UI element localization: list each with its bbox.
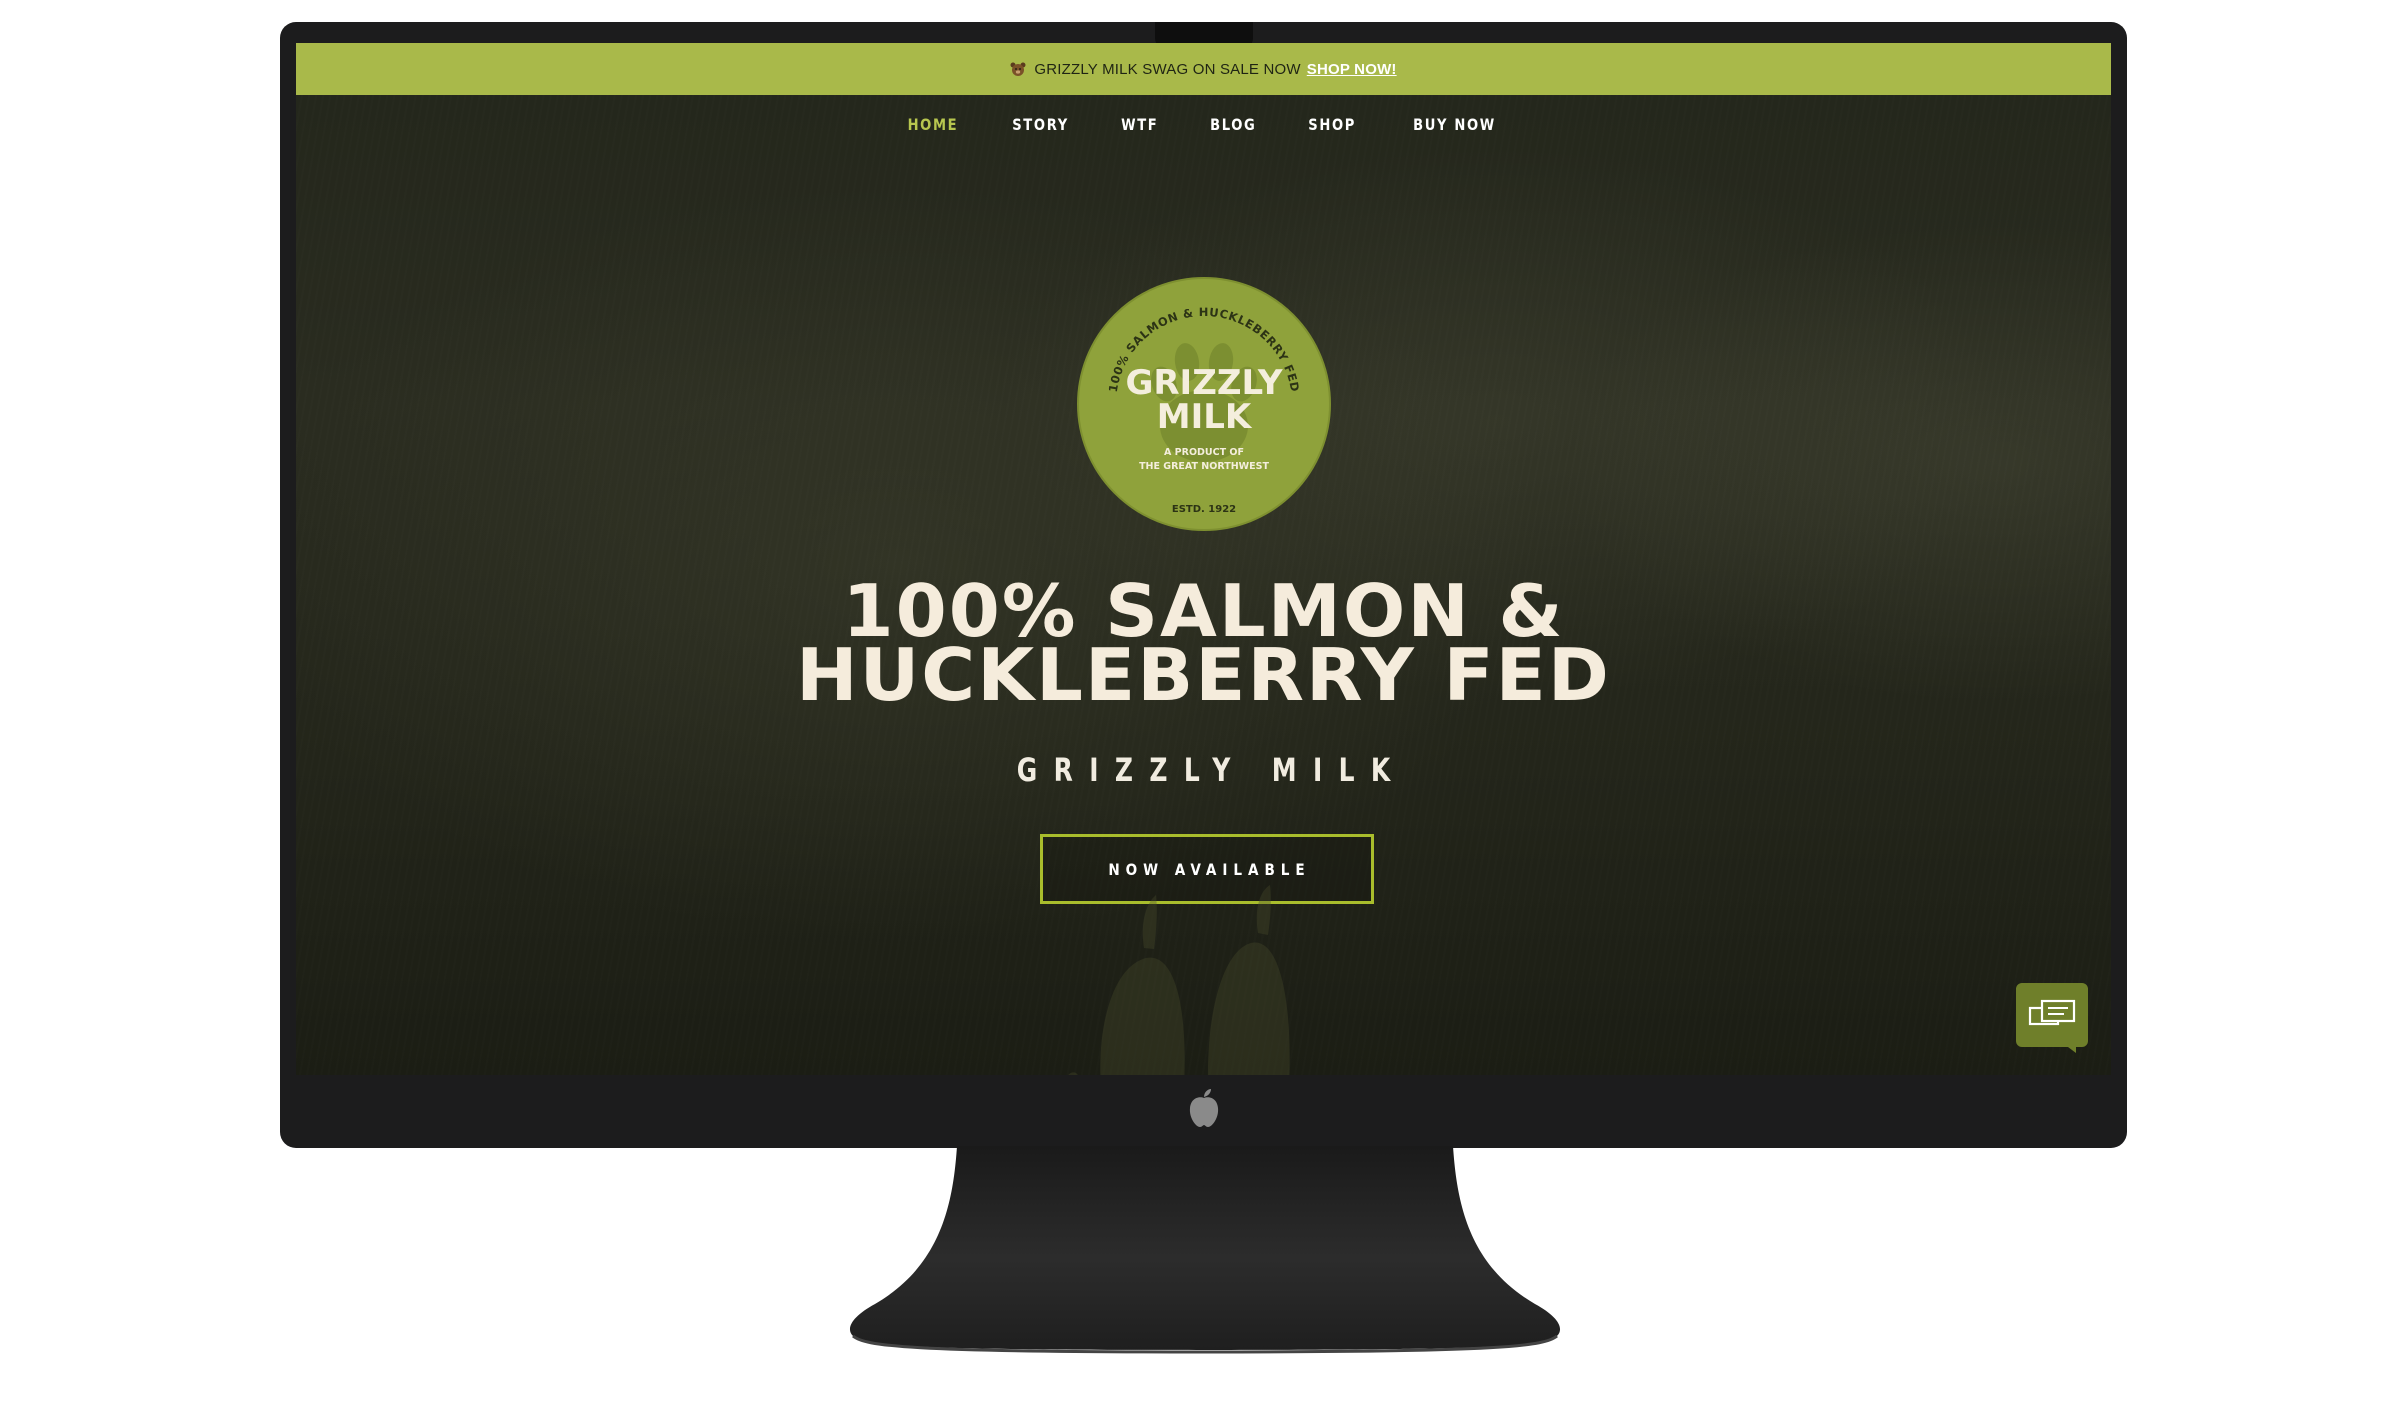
badge-tagline-line1: A PRODUCT OF xyxy=(1164,447,1244,458)
badge-tagline-line2: THE GREAT NORTHWEST xyxy=(1139,461,1269,472)
hero-headline: 100% SALMON & HUCKLEBERRY FED xyxy=(296,575,2111,717)
chat-icon[interactable] xyxy=(2016,983,2088,1053)
main-nav: HOME STORY WTF BLOG SHOP BUY NOW xyxy=(296,115,2111,134)
browser-viewport: GRIZZLY MILK SWAG ON SALE NOW SHOP NOW! … xyxy=(296,43,2111,1075)
apple-logo-icon xyxy=(1189,1089,1218,1127)
badge-title-line2: MILK xyxy=(1157,397,1253,437)
grizzly-milk-logo-badge[interactable]: 100% SALMON & HUCKLEBERRY FED GRIZZLY MI… xyxy=(1076,276,1332,532)
paw-watermark-icon xyxy=(1068,885,1290,1075)
badge-established: ESTD. 1922 xyxy=(1172,504,1236,515)
bear-icon xyxy=(1010,62,1026,76)
nav-item-blog[interactable]: BLOG xyxy=(1193,115,1274,134)
hero-subhead: GRIZZLY MILK xyxy=(1016,751,1407,789)
shop-now-link[interactable]: SHOP NOW! xyxy=(1307,61,1397,78)
monitor-stand xyxy=(849,1146,1561,1354)
nav-item-buy-now[interactable]: BUY NOW xyxy=(1395,115,1512,134)
nav-item-story[interactable]: STORY xyxy=(995,115,1086,134)
promo-text: GRIZZLY MILK SWAG ON SALE NOW xyxy=(1034,60,1301,78)
nav-item-wtf[interactable]: WTF xyxy=(1104,115,1176,134)
now-available-label: NOW AVAILABLE xyxy=(1108,859,1312,879)
promo-bar: GRIZZLY MILK SWAG ON SALE NOW SHOP NOW! xyxy=(296,43,2111,95)
monitor-frame: GRIZZLY MILK SWAG ON SALE NOW SHOP NOW! … xyxy=(280,22,2127,1148)
hero-headline-line2: HUCKLEBERRY FED xyxy=(796,633,1611,717)
nav-item-home[interactable]: HOME xyxy=(891,115,976,134)
nav-item-shop[interactable]: SHOP xyxy=(1291,115,1373,134)
